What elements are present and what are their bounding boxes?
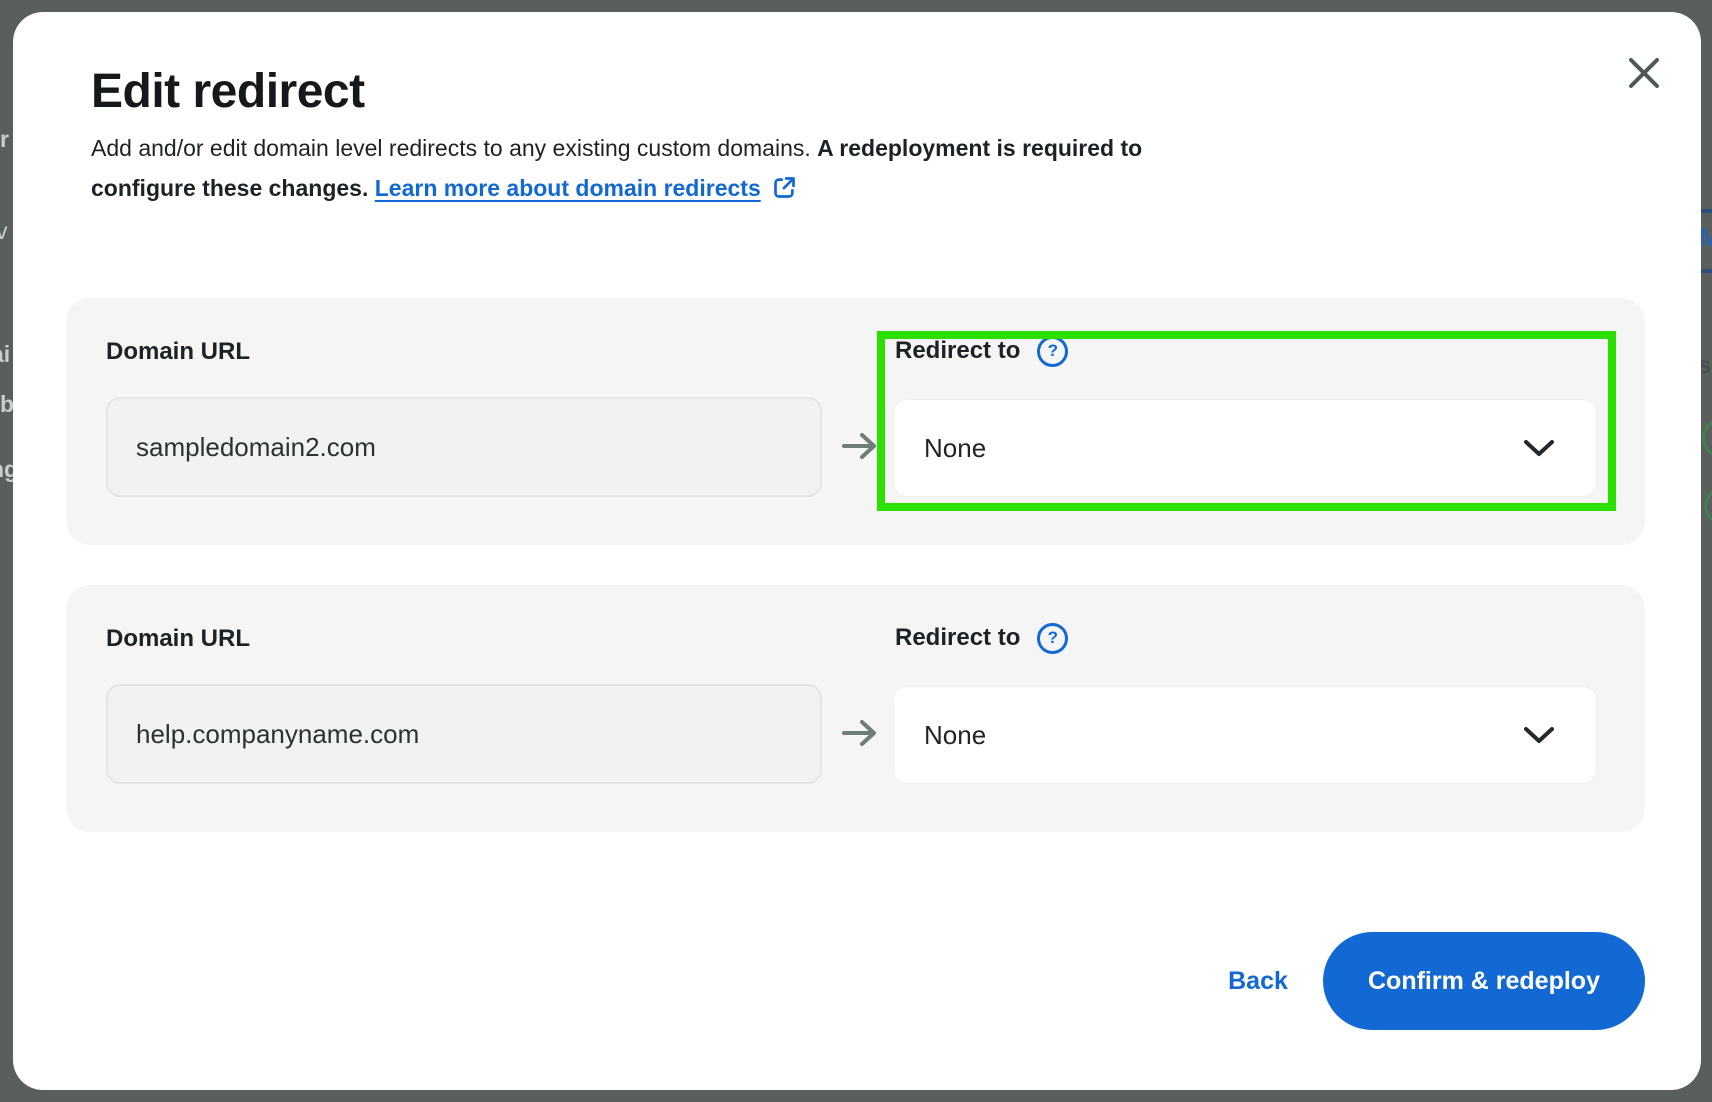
description-text: Add and/or edit domain level redirects t… [91,135,817,161]
redirect-row: Domain URL help.companyname.com Redirect… [66,585,1645,832]
arrow-right-icon [840,431,880,461]
edit-redirect-modal: Edit redirect Add and/or edit domain lev… [13,12,1701,1090]
modal-title: Edit redirect [91,64,365,119]
background-text-fragment: ai [0,341,10,368]
domain-url-input[interactable]: help.companyname.com [106,684,822,784]
redirect-row: Domain URL sampledomain2.com Redirect to… [66,298,1645,545]
close-button[interactable] [1623,52,1665,94]
domain-url-input[interactable]: sampledomain2.com [106,397,822,497]
redirect-to-label-row: Redirect to ? [895,334,1068,368]
redirect-to-label: Redirect to [895,337,1020,365]
domain-url-value: sampledomain2.com [136,432,376,463]
modal-description: Add and/or edit domain level redirects t… [91,128,1251,208]
redirect-to-value: None [924,433,986,464]
redirect-to-select[interactable]: None [893,399,1597,497]
back-button[interactable]: Back [1198,932,1318,1030]
learn-more-link[interactable]: Learn more about domain redirects [375,175,761,201]
domain-url-value: help.companyname.com [136,719,419,750]
domain-url-label: Domain URL [106,625,250,653]
help-icon[interactable]: ? [1037,336,1068,367]
screen: r v ai b ng M ss Edit redirect Add and/o… [0,0,1712,1102]
help-icon[interactable]: ? [1037,623,1068,654]
description-bold-text: configure these changes. [91,175,368,201]
chevron-down-icon [1522,725,1556,745]
background-circle-fragment [1702,418,1712,458]
background-text-fragment: r [0,126,9,153]
background-divider [1701,269,1712,273]
chevron-down-icon [1522,438,1556,458]
background-divider [1701,209,1712,213]
close-icon [1625,54,1663,92]
background-text-fragment: b [0,391,14,418]
redirect-to-label-row: Redirect to ? [895,621,1068,655]
redirect-to-label: Redirect to [895,624,1020,652]
background-text-fragment: v [0,218,8,245]
description-bold-text: A redeployment is required to [817,135,1142,161]
confirm-redeploy-button[interactable]: Confirm & redeploy [1323,932,1645,1030]
external-link-icon [771,174,798,201]
redirect-to-value: None [924,720,986,751]
domain-url-label: Domain URL [106,338,250,366]
redirect-to-select[interactable]: None [893,686,1597,784]
arrow-right-icon [840,718,880,748]
background-circle-fragment [1704,488,1712,524]
